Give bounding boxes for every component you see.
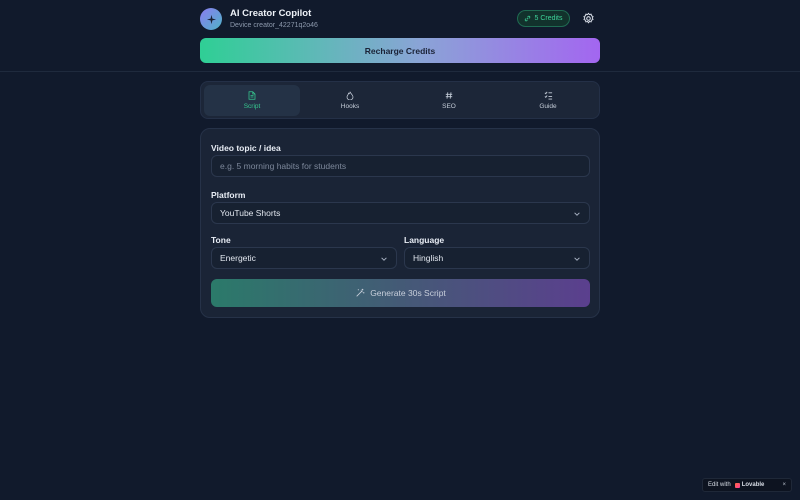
topic-label: Video topic / idea bbox=[211, 143, 281, 153]
tab-label: Script bbox=[243, 103, 261, 110]
magic-wand-icon bbox=[356, 288, 365, 297]
language-select[interactable]: Hinglish bbox=[404, 247, 590, 269]
lovable-logo-icon bbox=[734, 482, 740, 488]
document-icon bbox=[248, 91, 256, 100]
tab-hooks[interactable]: Hooks bbox=[302, 85, 398, 116]
logo-sparkle-icon bbox=[200, 8, 222, 30]
script-form-card: Video topic / idea e.g. 5 morning habits… bbox=[200, 128, 600, 318]
tone-select[interactable]: Energetic bbox=[211, 247, 397, 269]
lovable-brand: Lovable bbox=[741, 482, 765, 488]
credits-badge[interactable]: 5 Credits bbox=[517, 10, 570, 27]
generate-script-button[interactable]: Generate 30s Script bbox=[211, 279, 590, 307]
edit-with-label: Edit with bbox=[708, 482, 731, 488]
platform-label: Platform bbox=[211, 190, 246, 200]
language-value: Hinglish bbox=[413, 253, 444, 263]
chevron-down-icon bbox=[574, 212, 580, 216]
settings-button[interactable] bbox=[582, 12, 595, 25]
tone-label: Tone bbox=[211, 235, 231, 245]
hash-icon bbox=[445, 92, 453, 99]
platform-select[interactable]: YouTube Shorts bbox=[211, 202, 590, 224]
tab-label: Hooks bbox=[340, 103, 360, 110]
platform-value: YouTube Shorts bbox=[220, 208, 281, 218]
close-icon[interactable]: × bbox=[782, 482, 786, 488]
app-title: AI Creator Copilot bbox=[230, 8, 312, 19]
tab-label: Guide bbox=[539, 103, 557, 110]
tab-script[interactable]: Script bbox=[204, 85, 300, 116]
top-header: AI Creator Copilot Device creator_42271q… bbox=[0, 0, 800, 72]
tab-bar: Script Hooks SEO Guide bbox=[200, 81, 600, 119]
checklist-icon bbox=[544, 91, 552, 100]
topic-input[interactable]: e.g. 5 morning habits for students bbox=[211, 155, 590, 177]
chevron-down-icon bbox=[574, 257, 580, 261]
generate-label: Generate 30s Script bbox=[370, 288, 446, 298]
tab-seo[interactable]: SEO bbox=[401, 85, 497, 116]
tone-value: Energetic bbox=[220, 253, 256, 263]
recharge-credits-button[interactable]: Recharge Credits bbox=[200, 38, 600, 63]
device-id: Device creator_42271q2o46 bbox=[230, 22, 318, 29]
edit-with-lovable-badge[interactable]: Edit with Lovable × bbox=[702, 478, 792, 492]
brand: AI Creator Copilot Device creator_42271q… bbox=[200, 7, 318, 31]
chevron-down-icon bbox=[381, 257, 387, 261]
language-label: Language bbox=[404, 235, 445, 245]
credits-label: 5 Credits bbox=[534, 15, 563, 22]
link-icon bbox=[525, 15, 531, 22]
gear-icon bbox=[583, 12, 594, 24]
flame-icon bbox=[346, 91, 354, 100]
tab-label: SEO bbox=[442, 103, 456, 110]
tab-guide[interactable]: Guide bbox=[500, 85, 596, 116]
